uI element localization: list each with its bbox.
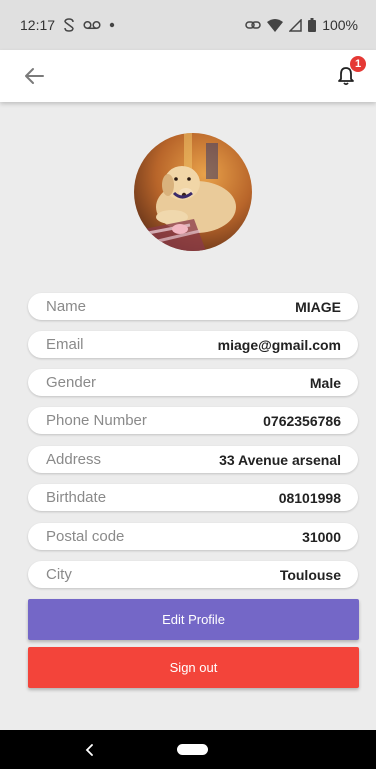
field-address: Address 33 Avenue arsenal	[28, 446, 358, 473]
field-label: City	[46, 566, 72, 583]
field-postal-code: Postal code 31000	[28, 523, 358, 550]
notification-badge: 1	[350, 56, 366, 72]
link-icon	[245, 20, 261, 30]
edit-profile-button[interactable]: Edit Profile	[28, 599, 359, 640]
field-birthdate: Birthdate 08101998	[28, 484, 358, 511]
dog-photo-avatar	[134, 133, 252, 251]
field-phone-number: Phone Number 0762356786	[28, 407, 358, 434]
nav-back-button[interactable]	[78, 738, 102, 762]
field-label: Birthdate	[46, 489, 107, 506]
app-bar: 1	[0, 50, 376, 102]
field-value: 08101998	[278, 489, 341, 506]
field-label: Phone Number	[46, 412, 147, 429]
sign-out-button[interactable]: Sign out	[28, 647, 359, 688]
field-value: 33 Avenue arsenal	[219, 451, 341, 468]
field-label: Name	[46, 298, 87, 315]
field-label: Address	[46, 451, 102, 468]
back-button[interactable]	[20, 62, 48, 90]
profile-content: Name MIAGE Email miage@gmail.com Gender …	[0, 102, 376, 730]
field-value: Toulouse	[279, 566, 341, 583]
field-value: MIAGE	[295, 298, 341, 315]
status-left: 12:17	[20, 17, 115, 33]
profile-avatar	[134, 133, 252, 251]
field-gender: Gender Male	[28, 369, 358, 396]
field-label: Email	[46, 336, 84, 353]
field-email: Email miage@gmail.com	[28, 331, 358, 358]
field-label: Gender	[46, 374, 97, 391]
status-bar: 12:17 100%	[0, 0, 376, 50]
field-value: miage@gmail.com	[217, 336, 341, 353]
field-value: 31000	[302, 528, 341, 545]
status-right: 100%	[245, 17, 358, 33]
status-time: 12:17	[20, 17, 56, 33]
chevron-left-icon	[85, 744, 93, 756]
dot-icon	[109, 22, 115, 28]
signal-icon	[289, 18, 302, 32]
arrow-left-icon	[25, 68, 44, 84]
battery-percent: 100%	[322, 17, 358, 33]
field-label: Postal code	[46, 528, 125, 545]
field-value: 0762356786	[263, 412, 341, 429]
wifi-icon	[267, 18, 284, 32]
nav-home-pill[interactable]	[177, 744, 208, 755]
field-name: Name MIAGE	[28, 293, 358, 320]
field-city: City Toulouse	[28, 561, 358, 588]
system-nav-bar	[0, 730, 376, 769]
field-value: Male	[309, 374, 341, 391]
voicemail-icon	[83, 20, 101, 30]
notifications-button[interactable]: 1	[332, 56, 366, 90]
battery-icon	[308, 18, 317, 32]
sync-icon	[63, 18, 75, 32]
